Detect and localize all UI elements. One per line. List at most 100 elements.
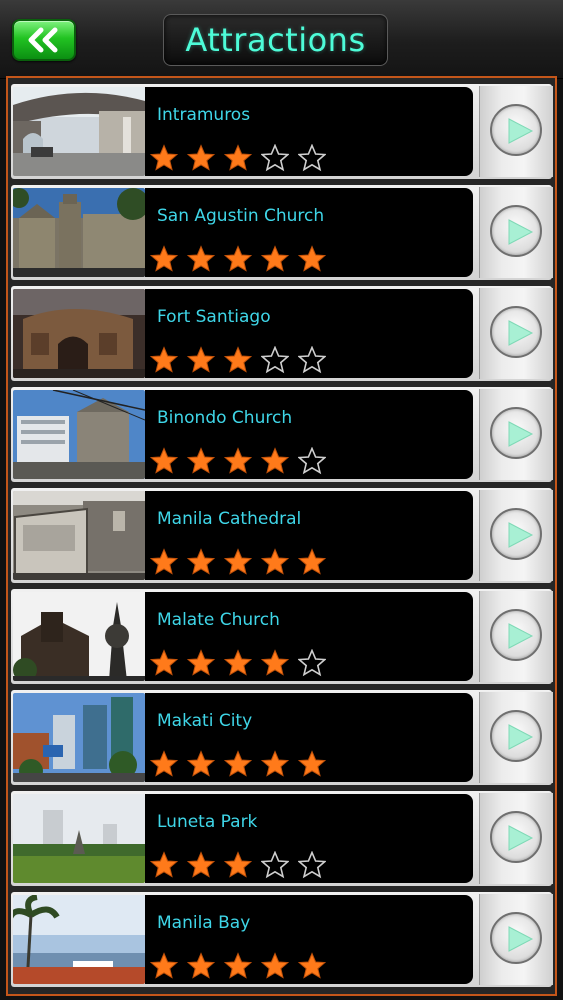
star-empty-icon bbox=[261, 346, 289, 374]
thumbnail-image bbox=[13, 592, 145, 681]
attractions-list: Intramuros San Agustin Church Fort Santi… bbox=[6, 76, 557, 996]
star-rating bbox=[150, 346, 326, 376]
star-filled-icon bbox=[150, 447, 178, 474]
list-item[interactable]: Manila Cathedral bbox=[11, 488, 553, 583]
list-item[interactable]: Intramuros bbox=[11, 84, 553, 179]
star-filled-icon bbox=[150, 649, 178, 676]
star-filled-icon bbox=[187, 245, 215, 272]
thumbnail-image bbox=[13, 794, 145, 883]
star-filled-icon bbox=[298, 245, 326, 272]
star-filled-icon bbox=[187, 750, 215, 777]
star-filled-icon bbox=[224, 649, 252, 676]
attraction-name: Manila Cathedral bbox=[157, 509, 302, 529]
attraction-info: Manila Bay bbox=[145, 895, 473, 984]
play-arrow-icon bbox=[508, 118, 534, 144]
open-details-button[interactable] bbox=[490, 508, 542, 560]
star-filled-icon bbox=[224, 851, 252, 878]
star-empty-icon bbox=[298, 447, 326, 475]
open-details-button[interactable] bbox=[490, 205, 542, 257]
star-filled-icon bbox=[224, 245, 252, 272]
go-cell bbox=[479, 894, 553, 985]
play-arrow-icon bbox=[508, 219, 534, 245]
star-filled-icon bbox=[261, 952, 289, 979]
go-cell bbox=[479, 389, 553, 480]
star-filled-icon bbox=[187, 548, 215, 575]
star-filled-icon bbox=[150, 245, 178, 272]
attraction-name: Binondo Church bbox=[157, 408, 293, 428]
open-details-button[interactable] bbox=[490, 306, 542, 358]
star-empty-icon bbox=[298, 346, 326, 374]
star-filled-icon bbox=[224, 952, 252, 979]
open-details-button[interactable] bbox=[490, 407, 542, 459]
thumbnail-image bbox=[13, 188, 145, 277]
go-cell bbox=[479, 288, 553, 379]
star-filled-icon bbox=[261, 548, 289, 575]
star-filled-icon bbox=[150, 548, 178, 575]
star-filled-icon bbox=[298, 548, 326, 575]
attraction-name: Malate Church bbox=[157, 610, 280, 630]
star-empty-icon bbox=[261, 144, 289, 172]
attraction-info: Binondo Church bbox=[145, 390, 473, 479]
attraction-info: Malate Church bbox=[145, 592, 473, 681]
page-title: Attractions bbox=[185, 21, 366, 59]
star-filled-icon bbox=[224, 346, 252, 373]
star-empty-icon bbox=[298, 851, 326, 879]
star-rating bbox=[150, 750, 326, 780]
list-item[interactable]: Malate Church bbox=[11, 589, 553, 684]
open-details-button[interactable] bbox=[490, 104, 542, 156]
star-filled-icon bbox=[187, 447, 215, 474]
list-item[interactable]: Binondo Church bbox=[11, 387, 553, 482]
go-cell bbox=[479, 591, 553, 682]
go-cell bbox=[479, 793, 553, 884]
star-filled-icon bbox=[224, 447, 252, 474]
go-cell bbox=[479, 692, 553, 783]
star-empty-icon bbox=[261, 851, 289, 879]
thumbnail-image bbox=[13, 390, 145, 479]
go-cell bbox=[479, 187, 553, 278]
star-filled-icon bbox=[224, 750, 252, 777]
open-details-button[interactable] bbox=[490, 811, 542, 863]
star-rating bbox=[150, 144, 326, 174]
star-rating bbox=[150, 447, 326, 477]
list-item[interactable]: Manila Bay bbox=[11, 892, 553, 987]
list-item[interactable]: Makati City bbox=[11, 690, 553, 785]
list-item[interactable]: San Agustin Church bbox=[11, 185, 553, 280]
star-filled-icon bbox=[150, 750, 178, 777]
title-box: Attractions bbox=[163, 14, 388, 66]
star-filled-icon bbox=[261, 750, 289, 777]
attraction-name: Intramuros bbox=[157, 105, 251, 125]
open-details-button[interactable] bbox=[490, 609, 542, 661]
thumbnail-image bbox=[13, 693, 145, 782]
attraction-info: Luneta Park bbox=[145, 794, 473, 883]
list-item[interactable]: Luneta Park bbox=[11, 791, 553, 886]
attraction-name: Manila Bay bbox=[157, 913, 251, 933]
star-filled-icon bbox=[187, 851, 215, 878]
thumbnail-image bbox=[13, 491, 145, 580]
double-chevron-left-icon bbox=[28, 27, 58, 53]
attraction-info: Intramuros bbox=[145, 87, 473, 176]
play-arrow-icon bbox=[508, 926, 534, 952]
attraction-name: Makati City bbox=[157, 711, 253, 731]
star-filled-icon bbox=[224, 548, 252, 575]
star-filled-icon bbox=[150, 144, 178, 171]
star-empty-icon bbox=[298, 649, 326, 677]
open-details-button[interactable] bbox=[490, 912, 542, 964]
play-arrow-icon bbox=[508, 421, 534, 447]
star-filled-icon bbox=[261, 447, 289, 474]
go-cell bbox=[479, 86, 553, 177]
open-details-button[interactable] bbox=[490, 710, 542, 762]
play-arrow-icon bbox=[508, 724, 534, 750]
star-rating bbox=[150, 851, 326, 881]
star-filled-icon bbox=[261, 649, 289, 676]
back-button[interactable] bbox=[12, 19, 76, 61]
star-filled-icon bbox=[224, 144, 252, 171]
star-rating bbox=[150, 649, 326, 679]
play-arrow-icon bbox=[508, 320, 534, 346]
thumbnail-image bbox=[13, 289, 145, 378]
star-filled-icon bbox=[298, 952, 326, 979]
attraction-info: Makati City bbox=[145, 693, 473, 782]
thumbnail-image bbox=[13, 895, 145, 984]
list-item[interactable]: Fort Santiago bbox=[11, 286, 553, 381]
thumbnail-image bbox=[13, 87, 145, 176]
star-filled-icon bbox=[150, 851, 178, 878]
